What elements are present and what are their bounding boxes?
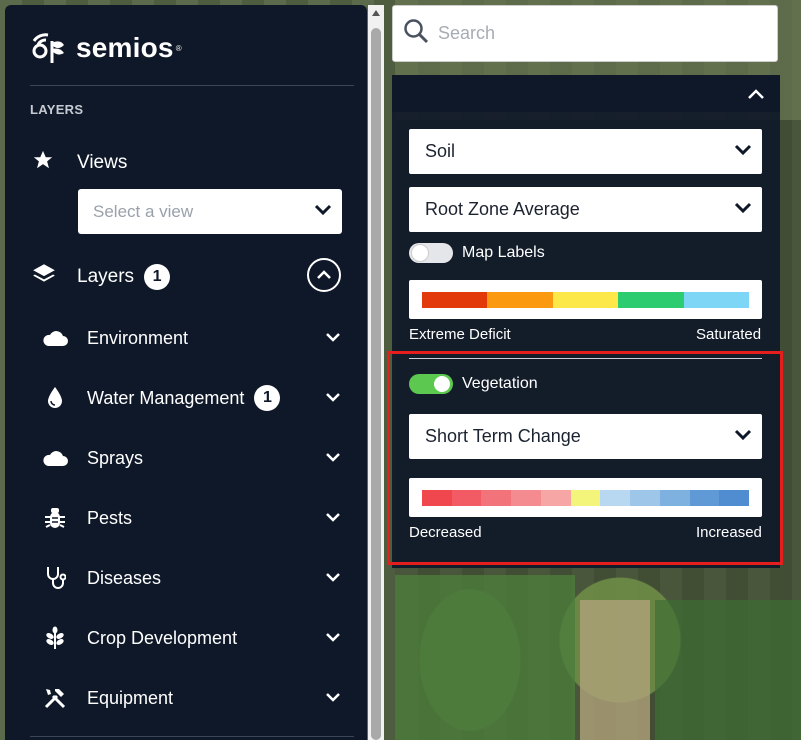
star-icon <box>32 149 54 176</box>
category-sprays[interactable]: Sprays <box>41 443 341 473</box>
chevron-down-icon <box>325 689 341 707</box>
category-label: Water Management <box>87 387 245 408</box>
chevron-down-icon <box>325 449 341 467</box>
search-icon <box>403 18 429 49</box>
soil-legend-max-label: Saturated <box>696 326 762 343</box>
search-box[interactable] <box>392 5 778 62</box>
layers-label: Layers <box>77 265 135 287</box>
legend-swatch <box>618 292 684 308</box>
soil-legend-min-label: Extreme Deficit <box>409 326 511 343</box>
soil-dropdown[interactable]: Soil <box>409 129 762 174</box>
chevron-down-icon <box>325 389 341 407</box>
chevron-up-icon <box>748 88 764 99</box>
stethoscope-icon <box>41 565 69 591</box>
collapse-layers-button[interactable] <box>307 258 341 292</box>
tools-icon <box>41 686 69 710</box>
wheat-icon <box>41 626 69 650</box>
logo-text: semios <box>76 32 174 63</box>
chevron-up-icon <box>317 270 331 279</box>
soil-legend-bar <box>422 292 750 308</box>
chevron-down-icon <box>314 203 332 221</box>
semios-logo: semios ® <box>30 31 182 65</box>
chevron-down-icon <box>325 509 341 527</box>
map-field <box>655 600 801 740</box>
scroll-up-arrow[interactable] <box>372 10 380 16</box>
chevron-down-icon <box>325 629 341 647</box>
depth-dropdown[interactable]: Root Zone Average <box>409 187 762 232</box>
chevron-down-icon <box>325 569 341 587</box>
category-count-badge: 1 <box>254 385 281 411</box>
category-label: Crop Development <box>87 627 238 648</box>
category-label: Diseases <box>87 567 162 588</box>
layers-row: Layers 1 <box>31 261 171 292</box>
logo-registered-mark: ® <box>175 43 182 53</box>
category-diseases[interactable]: Diseases <box>41 563 341 593</box>
section-title: LAYERS <box>30 102 84 117</box>
select-view-placeholder: Select a view <box>93 201 194 221</box>
select-view-dropdown[interactable]: Select a view <box>78 189 342 234</box>
views-label: Views <box>77 151 128 173</box>
scrollbar-thumb[interactable] <box>371 28 381 740</box>
legend-swatch <box>552 292 619 308</box>
bug-icon <box>41 506 69 530</box>
soil-legend <box>409 280 762 319</box>
divider <box>30 736 354 737</box>
water-drop-icon <box>41 386 69 410</box>
category-crop-development[interactable]: Crop Development <box>41 623 341 653</box>
map-labels-toggle[interactable] <box>409 243 453 263</box>
legend-swatch <box>683 292 750 308</box>
chevron-down-icon <box>325 329 341 347</box>
search-input[interactable] <box>438 23 758 44</box>
map-field <box>580 600 650 740</box>
layers-sidebar: semios ® LAYERS Views Select a view Laye… <box>5 5 367 740</box>
chevron-down-icon <box>734 201 752 219</box>
category-environment[interactable]: Environment <box>41 323 341 353</box>
vegetation-highlight-box <box>387 351 783 565</box>
layers-count-badge: 1 <box>144 263 171 290</box>
category-water-management[interactable]: Water Management 1 <box>41 383 341 413</box>
map-labels-label: Map Labels <box>462 244 545 261</box>
semios-logo-icon <box>32 33 64 63</box>
map-labels-toggle-row: Map Labels <box>409 243 545 263</box>
category-label: Pests <box>87 507 133 528</box>
legend-swatch <box>422 292 488 308</box>
toggle-knob <box>412 245 428 261</box>
map-field <box>395 575 575 740</box>
category-label: Sprays <box>87 447 144 468</box>
category-label: Environment <box>87 327 189 348</box>
cloud-icon <box>41 449 69 467</box>
category-label: Equipment <box>87 687 174 708</box>
layer-panel-header[interactable] <box>392 75 780 112</box>
divider <box>30 85 354 86</box>
legend-swatch <box>487 292 553 308</box>
category-equipment[interactable]: Equipment <box>41 683 341 713</box>
cloud-icon <box>41 329 69 347</box>
views-row: Views <box>32 149 127 176</box>
category-pests[interactable]: Pests <box>41 503 341 533</box>
soil-dropdown-value: Soil <box>425 141 456 161</box>
layers-icon <box>31 261 55 292</box>
chevron-down-icon <box>734 143 752 161</box>
depth-dropdown-value: Root Zone Average <box>425 199 580 219</box>
